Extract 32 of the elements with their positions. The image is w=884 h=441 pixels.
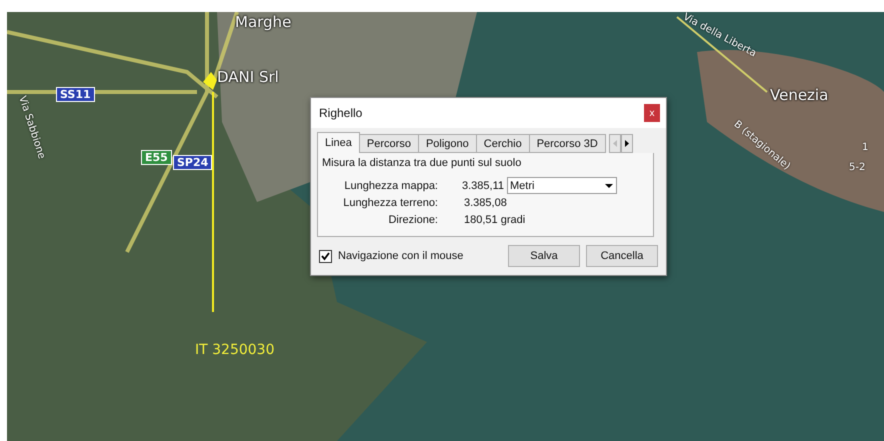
area-label: IT 3250030 [195,342,274,358]
road-shield: SS11 [56,87,95,102]
place-label: Venezia [770,86,828,104]
place-label: Marghe [235,13,292,31]
field-label: Lunghezza terreno: [342,196,439,208]
tab[interactable]: Poligono [418,134,477,153]
dialog-title: Righello [319,106,362,120]
tab[interactable]: Percorso [358,134,419,153]
tab[interactable]: Percorso 3D [528,134,606,153]
close-button[interactable]: x [644,104,660,122]
tab[interactable]: Cerchio [476,134,530,153]
field-label: Lunghezza mappa: [343,180,439,192]
street-label: 1 [862,142,868,153]
checkbox[interactable] [319,250,332,262]
checkbox-label: Navigazione con il mouse [338,250,464,262]
checkmark-icon [321,252,330,260]
dialog-button[interactable]: Cancella [586,245,658,267]
description-text: Misura la distanza tra due punti sul suolo [322,157,522,169]
left-triangle-icon [612,140,617,147]
scroll-right-button[interactable] [620,134,633,153]
measurement-value: 180,51 gradi [463,214,526,226]
unit-dropdown[interactable]: Metri [507,177,617,194]
measurement-value: 3.385,08 [463,196,508,208]
right-triangle-icon [624,140,629,147]
road-shield: SP24 [173,155,212,170]
road-shield: E55 [141,150,172,165]
field-label: Direzione: [387,214,439,226]
place-label: DANI Srl [217,68,279,86]
street-label: 5-2 [849,162,866,173]
dialog-button[interactable]: Salva [508,245,580,267]
measurement-value: 3.385,11 [460,180,505,192]
tab[interactable]: Linea [317,132,360,153]
